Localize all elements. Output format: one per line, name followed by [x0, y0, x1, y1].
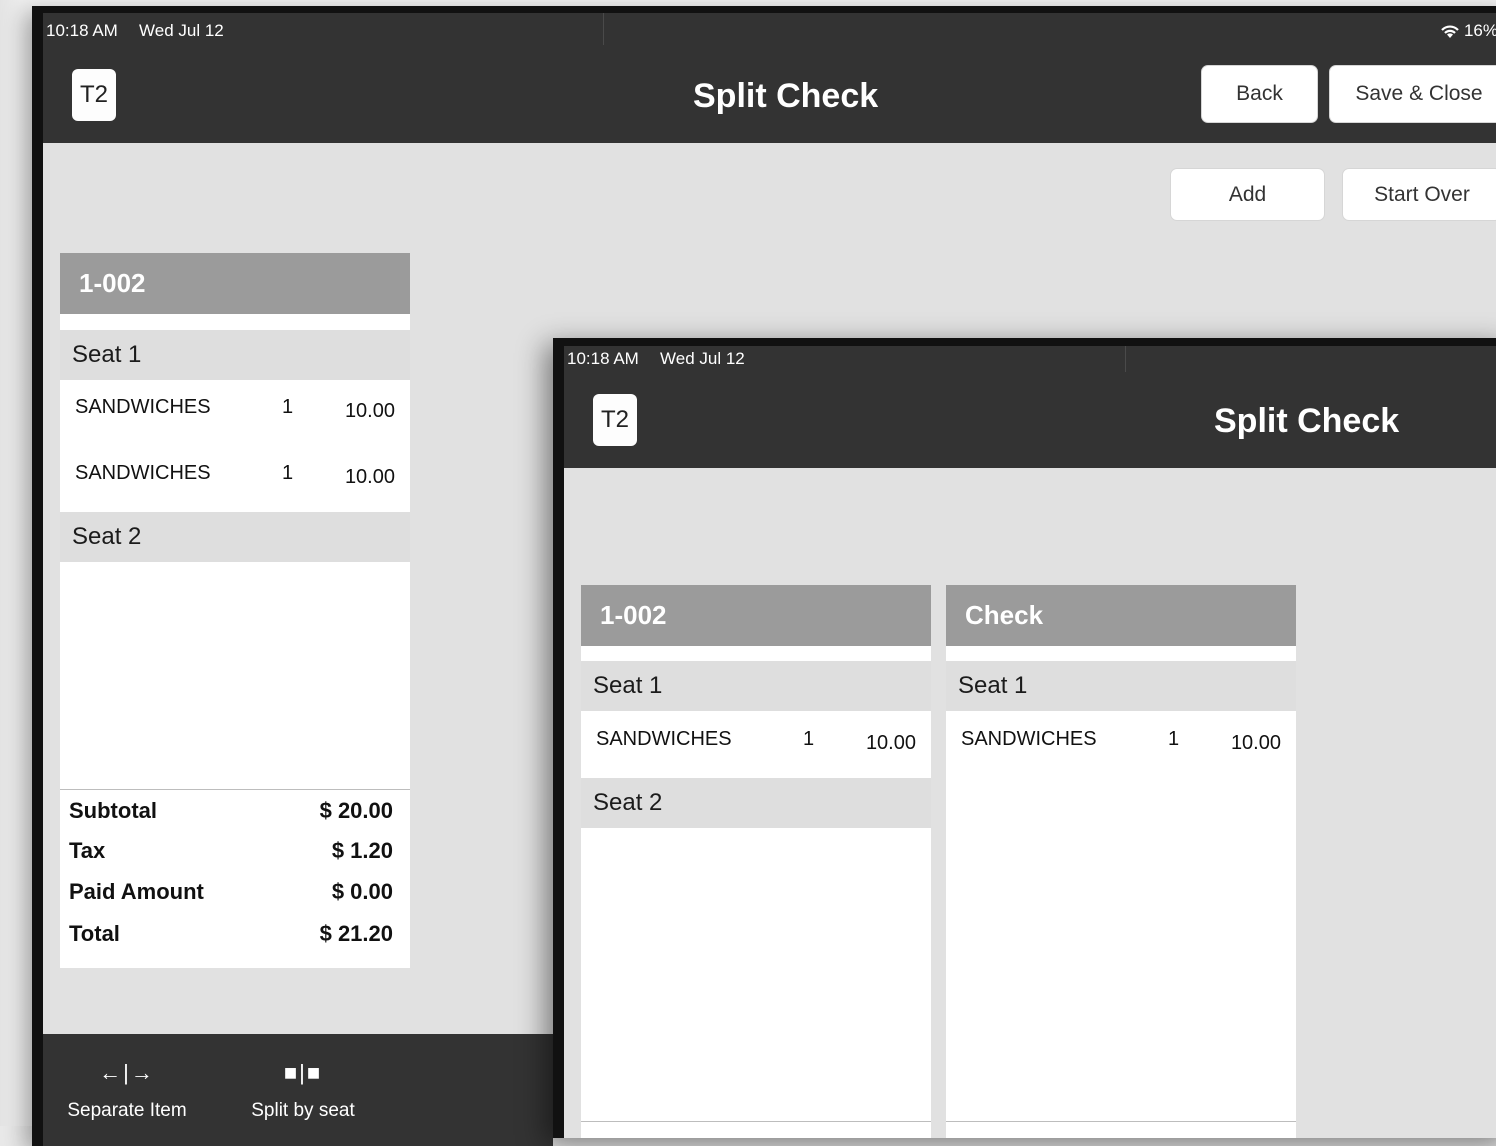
item-name: SANDWICHES: [596, 728, 732, 750]
check-panel-original[interactable]: 1-002 Seat 1 SANDWICHES 1 10.00 SANDWICH…: [60, 253, 410, 968]
split-seat-icon: ■|■: [283, 1060, 323, 1085]
seat-2-header[interactable]: Seat 2: [581, 778, 931, 828]
line-item[interactable]: SANDWICHES 1 10.00: [60, 456, 410, 496]
screen-front: 10:18 AM Wed Jul 12 T2 Split Check 1-002…: [564, 346, 1496, 1138]
check-panel-new[interactable]: Check Seat 1 SANDWICHES 1 10.00: [946, 585, 1296, 1138]
totals-divider: [946, 1121, 1296, 1122]
subtotal-row: Subtotal $ 20.00: [60, 790, 410, 830]
subtotal-value: $ 20.00: [319, 798, 393, 823]
page-title: Split Check: [1214, 402, 1400, 440]
total-row: Total $ 21.20: [60, 913, 410, 953]
tax-row: Tax $ 1.20: [60, 830, 410, 870]
table-badge[interactable]: T2: [72, 69, 116, 121]
item-qty: 1: [282, 396, 294, 418]
split-by-seat-tool[interactable]: ■|■ Split by seat: [243, 1058, 363, 1122]
status-date: Wed Jul 12: [660, 349, 745, 368]
page-title: Split Check: [693, 77, 879, 115]
table-badge[interactable]: T2: [593, 394, 637, 446]
check-header: Check: [946, 585, 1296, 646]
separate-arrows-icon: ←|→: [99, 1060, 155, 1085]
status-divider: [603, 13, 604, 45]
header-bar: T2 Split Check: [564, 378, 1496, 468]
item-amount: 10.00: [1230, 732, 1281, 754]
item-amount: 10.00: [344, 400, 395, 422]
add-button[interactable]: Add: [1170, 168, 1325, 221]
status-divider: [1125, 346, 1126, 372]
tax-label: Tax: [69, 838, 106, 863]
paid-label: Paid Amount: [69, 879, 204, 904]
item-amount: 10.00: [865, 732, 916, 754]
item-qty: 1: [282, 462, 294, 484]
status-bar: 10:18 AM Wed Jul 12: [564, 346, 1496, 378]
back-button[interactable]: Back: [1201, 65, 1318, 123]
status-date: Wed Jul 12: [139, 21, 224, 40]
totals-divider: [581, 1121, 931, 1122]
line-item[interactable]: SANDWICHES 1 10.00: [60, 390, 410, 430]
paid-value: $ 0.00: [331, 879, 393, 904]
start-over-button[interactable]: Start Over: [1342, 168, 1496, 221]
separate-item-label: Separate Item: [67, 1100, 187, 1121]
bottom-toolbar: ←|→ Separate Item ■|■ Split by seat: [43, 1034, 553, 1146]
tablet-front: 10:18 AM Wed Jul 12 T2 Split Check 1-002…: [553, 338, 1496, 1138]
status-right: 16%: [1440, 21, 1496, 41]
save-close-button[interactable]: Save & Close: [1329, 65, 1496, 123]
seat-1-header[interactable]: Seat 1: [60, 330, 410, 380]
separate-item-tool[interactable]: ←|→ Separate Item: [65, 1058, 189, 1122]
total-value: $ 21.20: [319, 921, 393, 946]
item-qty: 1: [1168, 728, 1180, 750]
item-name: SANDWICHES: [75, 396, 211, 418]
total-label: Total: [69, 921, 120, 946]
line-item[interactable]: SANDWICHES 1 10.00: [946, 722, 1296, 762]
subtotal-label: Subtotal: [69, 798, 157, 823]
item-amount: 10.00: [344, 466, 395, 488]
seat-1-header[interactable]: Seat 1: [946, 661, 1296, 711]
battery-percent: 16%: [1463, 21, 1496, 40]
check-header: 1-002: [60, 253, 410, 314]
item-name: SANDWICHES: [75, 462, 211, 484]
status-bar: 10:18 AM Wed Jul 12 16%: [43, 13, 1496, 51]
seat-2-header[interactable]: Seat 2: [60, 512, 410, 562]
tax-value: $ 1.20: [331, 838, 393, 863]
item-name: SANDWICHES: [961, 728, 1097, 750]
header-bar: T2 Split Check Back Save & Close: [43, 51, 1496, 143]
item-qty: 1: [803, 728, 815, 750]
wifi-icon: [1441, 25, 1459, 38]
totals-section: Subtotal $ 20.00 Tax $ 1.20 Paid Amount …: [60, 789, 410, 968]
status-time: 10:18 AM: [567, 349, 639, 368]
check-panel-original[interactable]: 1-002 Seat 1 SANDWICHES 1 10.00 Seat 2: [581, 585, 931, 1138]
paid-row: Paid Amount $ 0.00: [60, 871, 410, 911]
seat-1-header[interactable]: Seat 1: [581, 661, 931, 711]
check-header: 1-002: [581, 585, 931, 646]
split-by-seat-label: Split by seat: [251, 1100, 355, 1121]
line-item[interactable]: SANDWICHES 1 10.00: [581, 722, 931, 762]
status-time: 10:18 AM: [46, 21, 118, 40]
